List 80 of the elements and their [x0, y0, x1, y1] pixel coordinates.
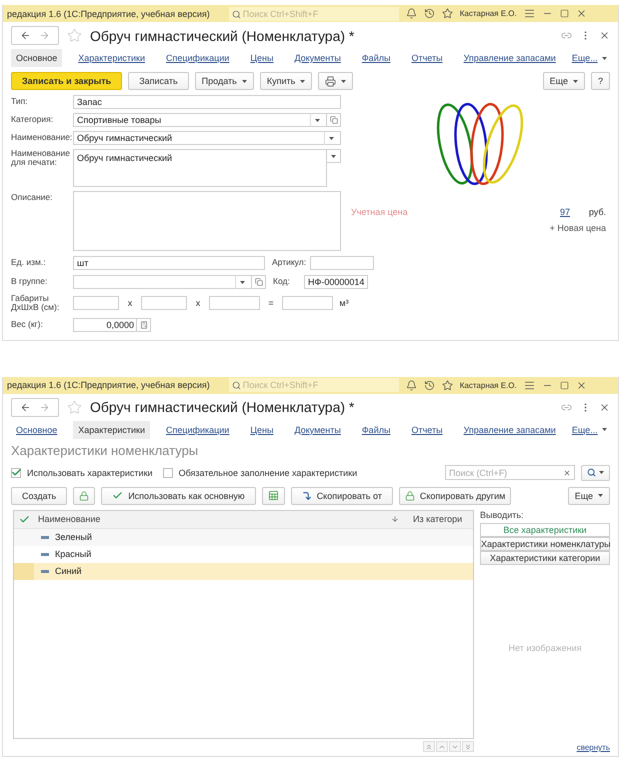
- price-label: Учетная цена: [351, 207, 409, 217]
- toolbar-button[interactable]: Записать: [128, 72, 189, 90]
- toolbar-button[interactable]: Создать: [11, 486, 68, 505]
- app-title: редакция 1.6 (1С:Предприятие, учебная версия): [7, 8, 210, 18]
- category-field[interactable]: Спортивные товары: [73, 113, 327, 127]
- copy-from-button[interactable]: Скопировать от: [290, 486, 393, 505]
- table-row[interactable]: Зеленый: [14, 528, 473, 546]
- more-button[interactable]: Еще: [542, 72, 585, 90]
- form-tab[interactable]: Файлы: [356, 420, 396, 439]
- set-main-button[interactable]: Использовать как основную: [101, 486, 256, 505]
- global-search-field[interactable]: Поиск Ctrl+Shift+F: [228, 378, 399, 392]
- table-cell: Зеленый: [55, 532, 92, 542]
- form-tab[interactable]: Спецификации: [160, 49, 234, 67]
- form-title: Обруч гимнастический (Номенклатура) *: [90, 399, 356, 416]
- volume-unit: м³: [338, 298, 350, 308]
- checkbox-label[interactable]: Обязательное заполнение характеристики: [178, 468, 358, 478]
- section-heading: Характеристики номенклатуры: [10, 442, 200, 460]
- more-tabs-link[interactable]: Еще...: [572, 53, 607, 63]
- new-price-link[interactable]: + Новая цена: [550, 223, 606, 233]
- name-field[interactable]: Обруч гимнастический: [73, 131, 341, 145]
- form-tab[interactable]: Документы: [289, 420, 346, 439]
- user-name[interactable]: Кастарная Е.О.: [460, 9, 517, 18]
- no-image-text: Нет изображения: [508, 642, 582, 653]
- column-header[interactable]: Наименование: [34, 514, 391, 524]
- form-tab[interactable]: Спецификации: [160, 420, 234, 439]
- menu-button[interactable]: Купить: [260, 72, 312, 90]
- field-label: Наименование:: [11, 133, 73, 143]
- times-sign: х: [194, 298, 202, 308]
- filter-button[interactable]: Характеристики номенклатуры: [480, 536, 610, 551]
- form-tab[interactable]: Характеристики: [73, 420, 150, 439]
- field-label: Категория:: [11, 115, 54, 125]
- code-field[interactable]: НФ-00000014: [304, 275, 368, 289]
- field-label: Ед. изм.:: [11, 258, 47, 268]
- field-label: Артикул:: [271, 258, 308, 268]
- form-tab[interactable]: Цены: [245, 49, 278, 67]
- filter-button[interactable]: Характеристики категории: [480, 550, 610, 565]
- field-label: Наименование для печати:: [11, 149, 71, 168]
- field-label: Описание:: [11, 191, 54, 202]
- search-field[interactable]: Поиск (Ctrl+F): [445, 465, 575, 480]
- times-sign: х: [126, 298, 134, 308]
- equals-sign: =: [267, 298, 275, 308]
- print-name-field[interactable]: Обруч гимнастический: [73, 149, 327, 187]
- form-tab[interactable]: Файлы: [356, 49, 396, 67]
- table-cell: Красный: [55, 549, 92, 560]
- price-link[interactable]: 97: [560, 207, 570, 217]
- form-tab[interactable]: Управление запасами: [458, 49, 561, 67]
- column-header[interactable]: Из категори: [409, 514, 473, 524]
- user-name[interactable]: Кастарная Е.О.: [460, 380, 517, 390]
- lock-button[interactable]: Скопировать другим: [398, 486, 512, 505]
- field-label: Код:: [272, 277, 291, 287]
- form-tab[interactable]: Основное: [11, 49, 62, 67]
- field-label: Тип:: [11, 97, 29, 107]
- app-title: редакция 1.6 (1С:Предприятие, учебная версия): [7, 380, 210, 390]
- form-title: Обруч гимнастический (Номенклатура) *: [90, 28, 356, 44]
- field-label: Вес (кг):: [11, 320, 44, 330]
- menu-button[interactable]: Продать: [194, 72, 254, 90]
- form-tab[interactable]: Отчеты: [406, 49, 448, 67]
- filter-label: Выводить:: [480, 510, 525, 522]
- help-button[interactable]: ?: [590, 72, 610, 90]
- form-tab[interactable]: Отчеты: [406, 420, 448, 439]
- more-tabs-link[interactable]: Еще...: [572, 424, 607, 435]
- checkbox-label[interactable]: Использовать характеристики: [27, 468, 153, 478]
- field-label: В группе:: [11, 277, 48, 287]
- filter-button[interactable]: Все характеристики: [480, 522, 610, 537]
- global-search-field[interactable]: Поиск Ctrl+Shift+F: [228, 6, 399, 20]
- unit-field[interactable]: шт: [73, 256, 265, 270]
- form-tab[interactable]: Документы: [289, 49, 346, 67]
- type-field[interactable]: Запас: [73, 95, 341, 109]
- currency-label: руб.: [588, 207, 607, 217]
- save-close-button[interactable]: Записать и закрыть: [11, 72, 122, 90]
- more-button[interactable]: Еще: [568, 486, 610, 505]
- table-cell: Синий: [55, 566, 82, 576]
- form-tab[interactable]: Характеристики: [73, 49, 150, 67]
- collapse-link[interactable]: свернуть: [576, 743, 610, 752]
- form-tab[interactable]: Управление запасами: [458, 420, 561, 439]
- field-label: Габариты ДхШхВ (см):: [11, 294, 60, 313]
- form-tab[interactable]: Цены: [245, 420, 278, 439]
- weight-field[interactable]: 0,0000: [73, 318, 137, 332]
- table-row[interactable]: Синий: [14, 562, 473, 580]
- form-tab[interactable]: Основное: [11, 420, 62, 439]
